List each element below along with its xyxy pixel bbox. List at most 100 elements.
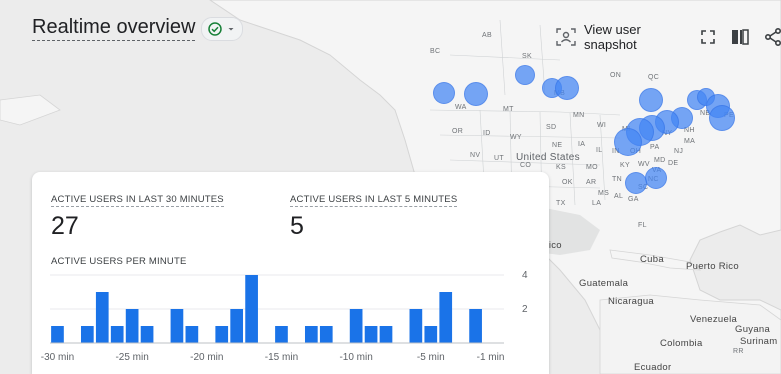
chart-y-tick-label: 2	[522, 304, 528, 315]
chart-x-tick-label: -5 min	[417, 352, 445, 363]
map-label-colombia: Colombia	[660, 338, 703, 349]
map-label-fl: FL	[638, 222, 647, 229]
map-label-md: MD	[654, 157, 666, 164]
user-location-bubble	[433, 82, 455, 104]
chart-bar[interactable]	[304, 326, 318, 343]
chart-bar[interactable]	[110, 326, 124, 343]
map-label-wi: WI	[597, 122, 607, 129]
chart-y-tick-label: 4	[522, 270, 528, 281]
map-label-qc: QC	[648, 74, 660, 81]
chart-bar[interactable]	[439, 292, 453, 343]
chart-bar[interactable]	[215, 326, 229, 343]
chart-bar[interactable]	[125, 309, 139, 343]
map-label-ky: KY	[620, 162, 630, 169]
compare-icon[interactable]	[731, 29, 749, 45]
chart-bar[interactable]	[275, 326, 288, 343]
user-location-bubble	[515, 65, 535, 85]
map-label-il: IL	[596, 147, 603, 154]
map-label-wy: WY	[510, 134, 522, 141]
view-user-snapshot-button[interactable]: View user snapshot	[556, 22, 685, 52]
map-label-bc: BC	[430, 48, 441, 55]
user-location-bubble	[709, 105, 735, 131]
map-label-sd: SD	[546, 124, 557, 131]
user-location-bubble	[464, 82, 488, 106]
chart-x-tick-label: -30 min	[41, 352, 74, 363]
active-users-per-minute-chart: 4 2 -30 min -25 min -20 min -15 min -10 min -5 …	[41, 270, 528, 363]
map-label-mo: MO	[586, 164, 598, 171]
map-label-nj: NJ	[674, 148, 684, 155]
chart-bar[interactable]	[95, 292, 109, 343]
map-label-cuba: Cuba	[640, 254, 664, 265]
map-label-nv: NV	[470, 152, 481, 159]
map-label-guatemala: Guatemala	[579, 278, 629, 289]
chart-bar[interactable]	[319, 326, 333, 343]
map-label-tn: TN	[612, 176, 622, 183]
map-label-puerto-rico: Puerto Rico	[686, 261, 739, 272]
status-chip[interactable]	[201, 16, 244, 41]
chart-bar[interactable]	[409, 309, 423, 343]
map-label-co: CO	[520, 162, 532, 169]
map-label-wa: WA	[455, 104, 467, 111]
view-user-snapshot-label: View user snapshot	[584, 22, 641, 52]
chart-bar[interactable]	[469, 309, 482, 343]
chart-x-tick-label: -10 min	[339, 352, 372, 363]
map-label-on: ON	[610, 72, 622, 79]
chart-x-tick-label: -1 min	[477, 352, 505, 363]
map-label-ms: MS	[598, 190, 610, 197]
chart-bar[interactable]	[349, 309, 363, 343]
chart-bar[interactable]	[364, 326, 378, 343]
page-title: Realtime overview	[32, 16, 196, 41]
chart-x-tick-label: -25 min	[115, 352, 148, 363]
user-snapshot-icon	[556, 28, 576, 46]
map-label-guyana: Guyana	[735, 324, 771, 335]
fullscreen-icon[interactable]	[701, 30, 715, 44]
chart-bar[interactable]	[424, 326, 438, 343]
map-label-ne: NE	[552, 142, 563, 149]
chevron-down-icon	[226, 24, 236, 34]
chart-bar[interactable]	[140, 326, 154, 343]
chart-bar[interactable]	[245, 275, 258, 343]
map-label-venezuela: Venezuela	[690, 314, 738, 325]
chart-x-tick-label: -15 min	[265, 352, 298, 363]
map-label-mn: MN	[573, 112, 585, 119]
map-label-or: OR	[452, 128, 464, 135]
user-location-bubble	[639, 88, 663, 112]
chart-bar[interactable]	[80, 326, 94, 343]
title-bar: Realtime overview	[32, 16, 244, 41]
map-label-wv: WV	[638, 161, 650, 168]
map-label-al: AL	[614, 193, 624, 200]
chart-bar[interactable]	[51, 326, 64, 343]
map-label-ga: GA	[628, 196, 639, 203]
map-label-ut: UT	[494, 155, 504, 162]
map-label-ks: KS	[556, 164, 566, 171]
map-label-pa: PA	[650, 144, 660, 151]
user-location-bubble	[645, 167, 667, 189]
share-icon[interactable]	[765, 28, 781, 46]
chart-bar[interactable]	[230, 309, 244, 343]
user-location-bubble	[555, 76, 579, 100]
map-label-mt: MT	[503, 106, 514, 113]
map-label-ma: MA	[684, 138, 696, 145]
map-label-rr: RR	[733, 348, 744, 355]
user-location-bubble	[625, 172, 647, 194]
realtime-metrics-card: ACTIVE USERS IN LAST 30 MINUTES 27 ACTIV…	[32, 172, 549, 374]
map-label-nicaragua: Nicaragua	[608, 296, 655, 307]
toolbar: View user snapshot	[556, 22, 781, 52]
chart-x-tick-label: -20 min	[190, 352, 223, 363]
map-label-suriname: Surinam	[740, 336, 778, 347]
map-label-sk: SK	[522, 53, 532, 60]
map-label-ecuador: Ecuador	[634, 362, 672, 373]
check-circle-icon	[208, 21, 223, 36]
map-label-ia: IA	[578, 141, 586, 148]
chart-bar[interactable]	[379, 326, 393, 343]
chart-bar[interactable]	[185, 326, 199, 343]
map-label-ab: AB	[482, 32, 492, 39]
map-label-id: ID	[483, 130, 491, 137]
map-label-ok: OK	[562, 179, 573, 186]
map-label-la: LA	[592, 200, 602, 207]
map-label-de: DE	[668, 160, 679, 167]
chart-bar[interactable]	[170, 309, 184, 343]
user-location-bubble	[614, 128, 642, 156]
map-label-ar: AR	[586, 179, 597, 186]
map-label-tx: TX	[556, 200, 566, 207]
